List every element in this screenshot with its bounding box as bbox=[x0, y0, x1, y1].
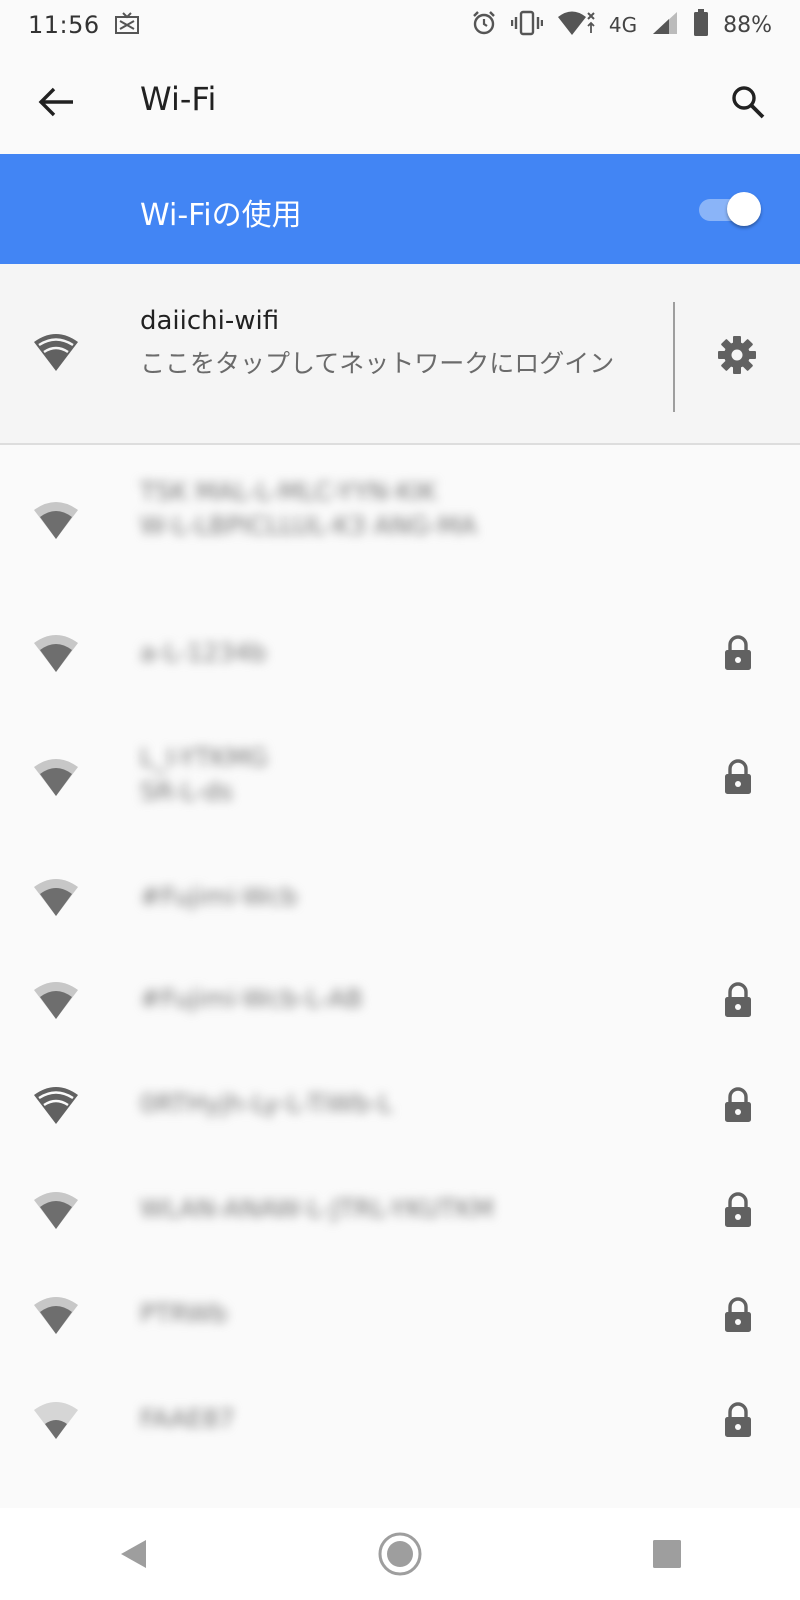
wifi-signal-icon bbox=[34, 502, 78, 539]
network-name: #Fujimi-Wcb-L-AB bbox=[140, 984, 363, 1013]
wifi-signal-icon bbox=[34, 334, 78, 371]
wifi-signal-icon bbox=[34, 635, 78, 672]
network-row[interactable]: L_I-YTKMG SR-L-ds bbox=[0, 713, 800, 843]
app-bar: Wi-Fi bbox=[0, 50, 800, 154]
nav-recents-button[interactable] bbox=[627, 1514, 707, 1594]
navigation-bar bbox=[0, 1508, 800, 1600]
lock-icon bbox=[725, 982, 751, 1017]
status-time: 11:56 bbox=[28, 11, 100, 39]
battery-icon bbox=[693, 9, 709, 41]
wifi-switch[interactable] bbox=[697, 190, 761, 226]
network-name: a-L-1234b bbox=[140, 638, 267, 667]
wifi-signal-icon bbox=[34, 1087, 78, 1124]
nav-home-button[interactable] bbox=[360, 1514, 440, 1594]
vibrate-icon bbox=[510, 10, 544, 40]
page-title: Wi-Fi bbox=[140, 80, 217, 118]
lock-icon bbox=[725, 1402, 751, 1437]
back-button[interactable] bbox=[30, 76, 82, 128]
network-row[interactable]: TSK MAL-L-MLC-YYN-KIK W-L-LBPICLLUL-K3 AN… bbox=[0, 445, 800, 595]
network-name: FAAE87 bbox=[140, 1404, 235, 1433]
lock-icon bbox=[725, 1192, 751, 1227]
lock-icon bbox=[725, 759, 751, 794]
nav-home-icon bbox=[378, 1532, 422, 1576]
nav-recents-icon bbox=[652, 1540, 681, 1568]
nav-back-button[interactable] bbox=[93, 1514, 173, 1594]
wifi-signal-icon bbox=[34, 1192, 78, 1229]
network-name: WLAN-ANAW-L-JTRL-YKUTKM bbox=[140, 1194, 494, 1223]
network-name: L_I-YTKMG SR-L-ds bbox=[140, 743, 268, 806]
network-row[interactable]: 0RTHyjh-Ly-L-TiWb-L bbox=[0, 1053, 800, 1158]
wifi-signal-icon bbox=[34, 1297, 78, 1334]
vertical-divider bbox=[673, 302, 675, 412]
lock-icon bbox=[725, 1297, 751, 1332]
lock-icon bbox=[725, 1087, 751, 1122]
battery-percent: 88% bbox=[723, 12, 772, 38]
connected-network-row[interactable]: daiichi-wifi ここをタップしてネットワークにログイン bbox=[0, 264, 800, 444]
network-row[interactable]: PTRWb bbox=[0, 1263, 800, 1368]
connected-network-status: ここをタップしてネットワークにログイン bbox=[140, 349, 615, 378]
status-bar: 11:56 4G 88% bbox=[0, 0, 800, 50]
cast-icon bbox=[114, 11, 140, 39]
alarm-icon bbox=[471, 10, 497, 40]
network-row[interactable]: a-L-1234b bbox=[0, 595, 800, 713]
wifi-signal-icon bbox=[34, 1402, 78, 1439]
network-row[interactable]: FAAE87 bbox=[0, 1368, 800, 1473]
wifi-signal-icon bbox=[34, 879, 78, 916]
status-left: 11:56 bbox=[28, 11, 140, 39]
signal-icon bbox=[651, 10, 679, 40]
wifi-data-icon bbox=[557, 9, 595, 41]
network-row[interactable]: #Fujimi-Wcb bbox=[0, 843, 800, 948]
wifi-toggle-label: Wi-Fiの使用 bbox=[140, 198, 302, 233]
connected-network-name: daiichi-wifi bbox=[140, 306, 280, 336]
network-name: PTRWb bbox=[140, 1299, 228, 1328]
network-name: TSK MAL-L-MLC-YYN-KIK W-L-LBPICLLUL-K3 AN… bbox=[140, 477, 477, 540]
arrow-left-icon bbox=[38, 87, 73, 117]
gear-icon bbox=[718, 336, 756, 374]
wifi-toggle-row[interactable]: Wi-Fiの使用 bbox=[0, 154, 800, 264]
network-name: #Fujimi-Wcb bbox=[140, 882, 298, 911]
switch-thumb bbox=[727, 192, 761, 226]
lock-icon bbox=[725, 635, 751, 670]
network-row[interactable]: WLAN-ANAW-L-JTRL-YKUTKM bbox=[0, 1158, 800, 1263]
search-button[interactable] bbox=[722, 76, 774, 128]
network-row[interactable]: #Fujimi-Wcb-L-AB bbox=[0, 948, 800, 1053]
nav-back-icon bbox=[121, 1540, 147, 1568]
network-settings-button[interactable] bbox=[712, 330, 762, 380]
wifi-signal-icon bbox=[34, 759, 78, 796]
status-right: 4G 88% bbox=[471, 9, 772, 41]
search-icon bbox=[732, 86, 765, 119]
network-type: 4G bbox=[608, 13, 638, 37]
wifi-signal-icon bbox=[34, 982, 78, 1019]
network-name: 0RTHyjh-Ly-L-TiWb-L bbox=[140, 1089, 393, 1118]
